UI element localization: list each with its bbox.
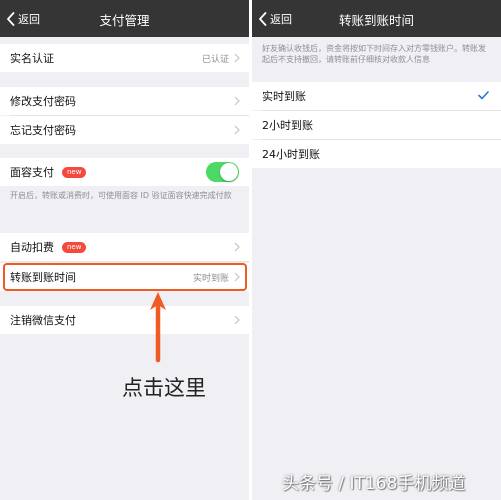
real-name-label: 实名认证 bbox=[10, 52, 54, 65]
chevron-right-icon bbox=[234, 315, 240, 325]
transfer-time-row[interactable]: 转账到账时间 实时到账 bbox=[0, 263, 249, 291]
page-title: 转账到账时间 bbox=[338, 13, 414, 28]
option-label: 实时到账 bbox=[262, 90, 306, 103]
option-2-hours[interactable]: 2小时到账 bbox=[252, 111, 501, 139]
option-label: 24小时到账 bbox=[262, 148, 320, 161]
nav-bar: 返回 转账到账时间 bbox=[252, 0, 501, 37]
chevron-right-icon bbox=[234, 242, 240, 252]
transfer-time-note: 好友确认收钱后，资金将按如下时间存入对方零钱账户。转账发起后不支持撤回，请转账前… bbox=[262, 44, 486, 64]
click-here-annotation: 点击这里 bbox=[122, 376, 206, 400]
divider bbox=[10, 261, 249, 262]
transfer-time-value: 实时到账 bbox=[192, 273, 229, 284]
face-pay-note: 开启后，转账或消费时，可使用面容 ID 验证面容快速完成付款 bbox=[10, 191, 232, 200]
option-realtime[interactable]: 实时到账 bbox=[252, 82, 501, 110]
nav-bar: 返回 支付管理 bbox=[0, 0, 249, 37]
chevron-right-icon bbox=[234, 125, 240, 135]
toggle-knob bbox=[220, 163, 238, 181]
option-24-hours[interactable]: 24小时到账 bbox=[252, 140, 501, 168]
watermark: 头条号 / IT168手机频道 bbox=[282, 474, 466, 494]
real-name-row[interactable]: 实名认证 已认证 bbox=[0, 44, 249, 72]
page-title: 支付管理 bbox=[99, 13, 150, 28]
change-password-row[interactable]: 修改支付密码 bbox=[0, 87, 249, 115]
new-badge: new bbox=[62, 241, 87, 253]
change-password-label: 修改支付密码 bbox=[10, 95, 76, 108]
chevron-right-icon bbox=[234, 272, 240, 282]
payment-management-screen: 返回 支付管理 实名认证 已认证 修改支付密码 忘记支付密码 面容支付 new … bbox=[0, 0, 249, 500]
new-badge: new bbox=[62, 166, 87, 178]
auto-debit-label: 自动扣费 bbox=[10, 241, 54, 254]
transfer-time-screen: 返回 转账到账时间 好友确认收钱后，资金将按如下时间存入对方零钱账户。转账发起后… bbox=[252, 0, 501, 500]
forgot-password-row[interactable]: 忘记支付密码 bbox=[0, 116, 249, 144]
face-pay-row: 面容支付 new bbox=[0, 158, 249, 186]
real-name-status: 已认证 bbox=[201, 54, 229, 65]
chevron-right-icon bbox=[234, 96, 240, 106]
chevron-right-icon bbox=[234, 53, 240, 63]
face-pay-toggle[interactable] bbox=[206, 162, 239, 182]
cancel-wechat-pay-label: 注销微信支付 bbox=[10, 314, 76, 327]
face-pay-label: 面容支付 bbox=[10, 166, 54, 179]
forgot-password-label: 忘记支付密码 bbox=[10, 124, 76, 137]
transfer-time-label: 转账到账时间 bbox=[10, 271, 76, 284]
checkmark-icon bbox=[478, 91, 489, 100]
auto-debit-row[interactable]: 自动扣费 new bbox=[0, 233, 249, 261]
option-label: 2小时到账 bbox=[262, 119, 313, 132]
cancel-wechat-pay-row[interactable]: 注销微信支付 bbox=[0, 306, 249, 334]
